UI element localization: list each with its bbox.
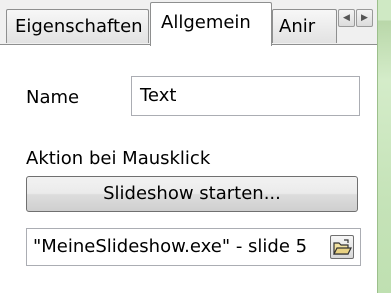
properties-panel: Name Text Aktion bei Mausklick Slideshow… — [0, 45, 376, 293]
tab-scroll-right-button[interactable]: ▶ — [356, 9, 373, 27]
tab-label: Anir — [279, 16, 316, 37]
name-input[interactable]: Text — [131, 76, 360, 116]
triangle-right-icon: ▶ — [361, 13, 368, 23]
path-text: "MeineSlideshow.exe" - slide 5 — [33, 236, 308, 257]
browse-button[interactable] — [330, 235, 354, 259]
tab-label: Allgemein — [161, 12, 251, 33]
tab-label: Eigenschaften — [15, 16, 143, 37]
tab-scroll-left-button[interactable]: ◀ — [338, 9, 355, 27]
background-slide-edge — [377, 0, 391, 293]
folder-open-icon — [333, 239, 352, 255]
triangle-left-icon: ◀ — [343, 13, 350, 23]
start-slideshow-button[interactable]: Slideshow starten... — [26, 176, 358, 212]
tab-eigenschaften[interactable]: Eigenschaften — [6, 9, 149, 43]
tab-animation[interactable]: Anir — [272, 9, 337, 43]
slideshow-path-field[interactable]: "MeineSlideshow.exe" - slide 5 — [26, 228, 361, 266]
tab-allgemein[interactable]: Allgemein — [150, 2, 272, 46]
action-label: Aktion bei Mausklick — [26, 148, 211, 169]
name-label: Name — [26, 87, 80, 108]
